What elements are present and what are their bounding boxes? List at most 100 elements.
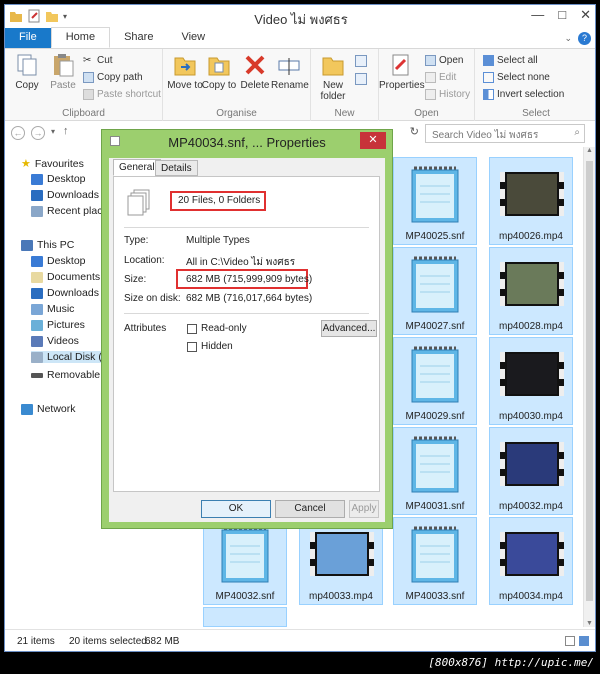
vertical-scrollbar[interactable]: ▲ ▼ [583,147,595,627]
properties-button[interactable]: Properties [379,53,425,91]
paste-shortcut-button[interactable]: Paste shortcut [83,89,161,100]
ok-button[interactable]: OK [201,500,271,518]
file-name: mp40030.mp4 [499,411,563,422]
rename-icon [277,53,301,77]
organise-group: Move to Copy to Delete Rename Organise [163,49,311,121]
hidden-box[interactable] [187,341,197,352]
details-view-icon[interactable] [565,636,575,646]
select-group: Select all Select none Invert selection … [475,49,595,121]
nav-network[interactable]: Network [21,403,76,415]
new-group: New folder New [311,49,379,121]
open-button[interactable]: Open [425,55,463,66]
help-icon[interactable]: ? [578,32,591,45]
file-tile[interactable]: MP40033.snf [393,517,477,605]
copy-to-label: Copy to [201,80,237,91]
file-tile[interactable]: mp40030.mp4 [489,337,573,425]
nav-network-label: Network [37,403,76,415]
history-button[interactable]: History [425,89,470,100]
clipboard-group-label: Clipboard [62,108,105,119]
nav-fav-downloads[interactable]: Downloads [31,189,99,201]
new-folder-button[interactable]: New folder [315,53,351,102]
read-only-box[interactable] [187,323,197,334]
properties-label: Properties [379,80,425,91]
invert-selection-button[interactable]: Invert selection [483,89,564,100]
copy-button[interactable]: Copy [9,53,45,91]
scroll-up-icon[interactable]: ▲ [584,147,595,154]
tab-share[interactable]: Share [110,28,167,48]
cancel-button[interactable]: Cancel [275,500,345,518]
new-item-icon[interactable] [355,55,367,67]
ribbon-expand-icon[interactable]: ⌄ [558,33,578,48]
rename-button[interactable]: Rename [271,53,309,91]
minimize-icon[interactable]: — [531,7,544,23]
copy-path-button[interactable]: Copy path [83,72,143,83]
advanced-button[interactable]: Advanced... [321,320,377,337]
up-icon[interactable]: ↑ [63,125,69,137]
file-tile[interactable]: MP40032.snf [203,517,287,605]
move-to-button[interactable]: Move to [167,53,203,91]
select-none-label: Select none [497,72,550,83]
nav-pc-documents[interactable]: Documents [31,271,100,283]
large-icons-view-icon[interactable] [579,636,589,646]
file-tile[interactable]: MP40025.snf [393,157,477,245]
delete-button[interactable]: Delete [237,53,273,91]
scrollbar-thumb[interactable] [586,161,593,601]
file-tile[interactable]: mp40034.mp4 [489,517,573,605]
close-icon[interactable]: ✕ [580,7,591,23]
file-tile[interactable]: mp40032.mp4 [489,427,573,515]
apply-button[interactable]: Apply [349,500,379,518]
paste-button[interactable]: Paste [45,53,81,91]
tab-home[interactable]: Home [50,27,111,48]
size-value: 682 MB (715,999,909 bytes) [186,274,313,285]
nav-pc-downloads-label: Downloads [47,287,99,299]
file-tile[interactable]: MP40031.snf [393,427,477,515]
recent-locations-icon[interactable]: ▾ [51,127,55,136]
organise-group-label: Organise [216,108,257,119]
video-frame [507,354,557,394]
nav-pc-downloads[interactable]: Downloads [31,287,99,299]
scroll-down-icon[interactable]: ▼ [584,620,595,627]
nav-pc-pictures[interactable]: Pictures [31,319,85,331]
maximize-icon[interactable]: □ [558,7,566,23]
file-tile[interactable]: mp40026.mp4 [489,157,573,245]
select-all-button[interactable]: Select all [483,55,538,66]
copy-path-icon [83,72,94,83]
search-input[interactable]: Search Video ไม่ พงศธร ⌕ [425,124,585,143]
back-icon[interactable]: ← [11,126,25,140]
file-tile[interactable]: MP40027.snf [393,247,477,335]
easy-access-icon[interactable] [355,73,367,85]
select-none-button[interactable]: Select none [483,72,550,83]
cut-button[interactable]: ✂ Cut [83,55,113,66]
nav-this-pc[interactable]: This PC [21,239,74,251]
open-group-label: Open [414,108,439,119]
ribbon: Copy Paste ✂ Cut Copy path Paste shortcu… [5,49,595,121]
nav-pc-pictures-label: Pictures [47,319,85,331]
copy-to-button[interactable]: Copy to [201,53,237,91]
edit-button[interactable]: Edit [425,72,456,83]
video-thumbnail [500,172,564,216]
nav-pc-music[interactable]: Music [31,303,74,315]
nav-pc-desktop[interactable]: Desktop [31,255,86,267]
nav-fav-desktop[interactable]: Desktop [31,173,86,185]
dialog-close-button[interactable]: ✕ [360,132,386,149]
computer-icon [21,239,33,251]
hidden-checkbox[interactable]: Hidden [187,341,233,352]
removable-disk-icon [31,372,43,378]
tab-view[interactable]: View [167,28,219,48]
downloads-icon [31,287,43,299]
read-only-checkbox[interactable]: Read-only [187,323,247,334]
nav-pc-videos[interactable]: Videos [31,335,79,347]
file-tile[interactable] [203,607,287,627]
open-label: Open [439,55,464,66]
tab-details[interactable]: Details [155,160,198,176]
file-tile[interactable]: mp40028.mp4 [489,247,573,335]
nav-favourites[interactable]: ★ Favourites [21,157,84,171]
refresh-icon[interactable]: ↻ [410,125,419,138]
file-tile[interactable]: MP40029.snf [393,337,477,425]
tab-file[interactable]: File [5,28,51,48]
history-icon [425,89,436,100]
forward-icon[interactable]: → [31,126,45,140]
tab-general[interactable]: General [113,159,161,176]
file-tile[interactable]: mp40033.mp4 [299,517,383,605]
select-none-icon [483,72,494,83]
